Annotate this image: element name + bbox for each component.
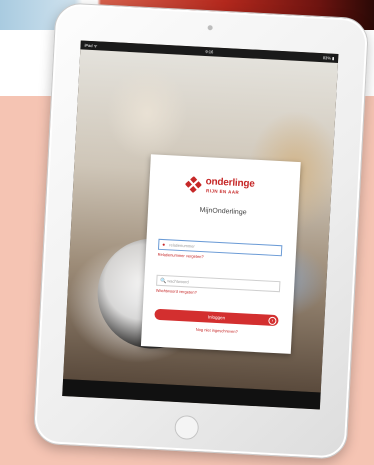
- forgot-username-link[interactable]: Relatienummer vergeten?: [158, 252, 204, 259]
- home-button[interactable]: [174, 414, 200, 441]
- ipad-device: iPad ᯤ 9:16 83% ▮ onderlinge RIJN EN AAR…: [32, 2, 370, 460]
- camera-icon: [207, 25, 213, 31]
- register-link[interactable]: Nog niet ingeschreven?: [142, 324, 292, 337]
- lock-icon: 🔍: [160, 277, 167, 285]
- logo-mark-icon: [185, 176, 202, 193]
- brand-subtitle: RIJN EN AAR: [205, 188, 240, 195]
- password-placeholder: wachtwoord: [167, 278, 189, 285]
- forgot-password-link[interactable]: Wachtwoord vergeten?: [156, 288, 197, 295]
- username-placeholder: relatienummer: [169, 242, 195, 249]
- ipad-screen: iPad ᯤ 9:16 83% ▮ onderlinge RIJN EN AAR…: [62, 40, 339, 410]
- page-title: MijnOnderlinge: [199, 206, 247, 217]
- login-button[interactable]: Inloggen ›: [154, 308, 279, 327]
- login-card: onderlinge RIJN EN AAR MijnOnderlinge ● …: [140, 154, 301, 354]
- brand-logo: onderlinge RIJN EN AAR: [185, 174, 266, 202]
- arrow-right-icon: ›: [268, 316, 277, 325]
- login-button-label: Inloggen: [207, 314, 226, 321]
- user-icon: ●: [162, 241, 166, 249]
